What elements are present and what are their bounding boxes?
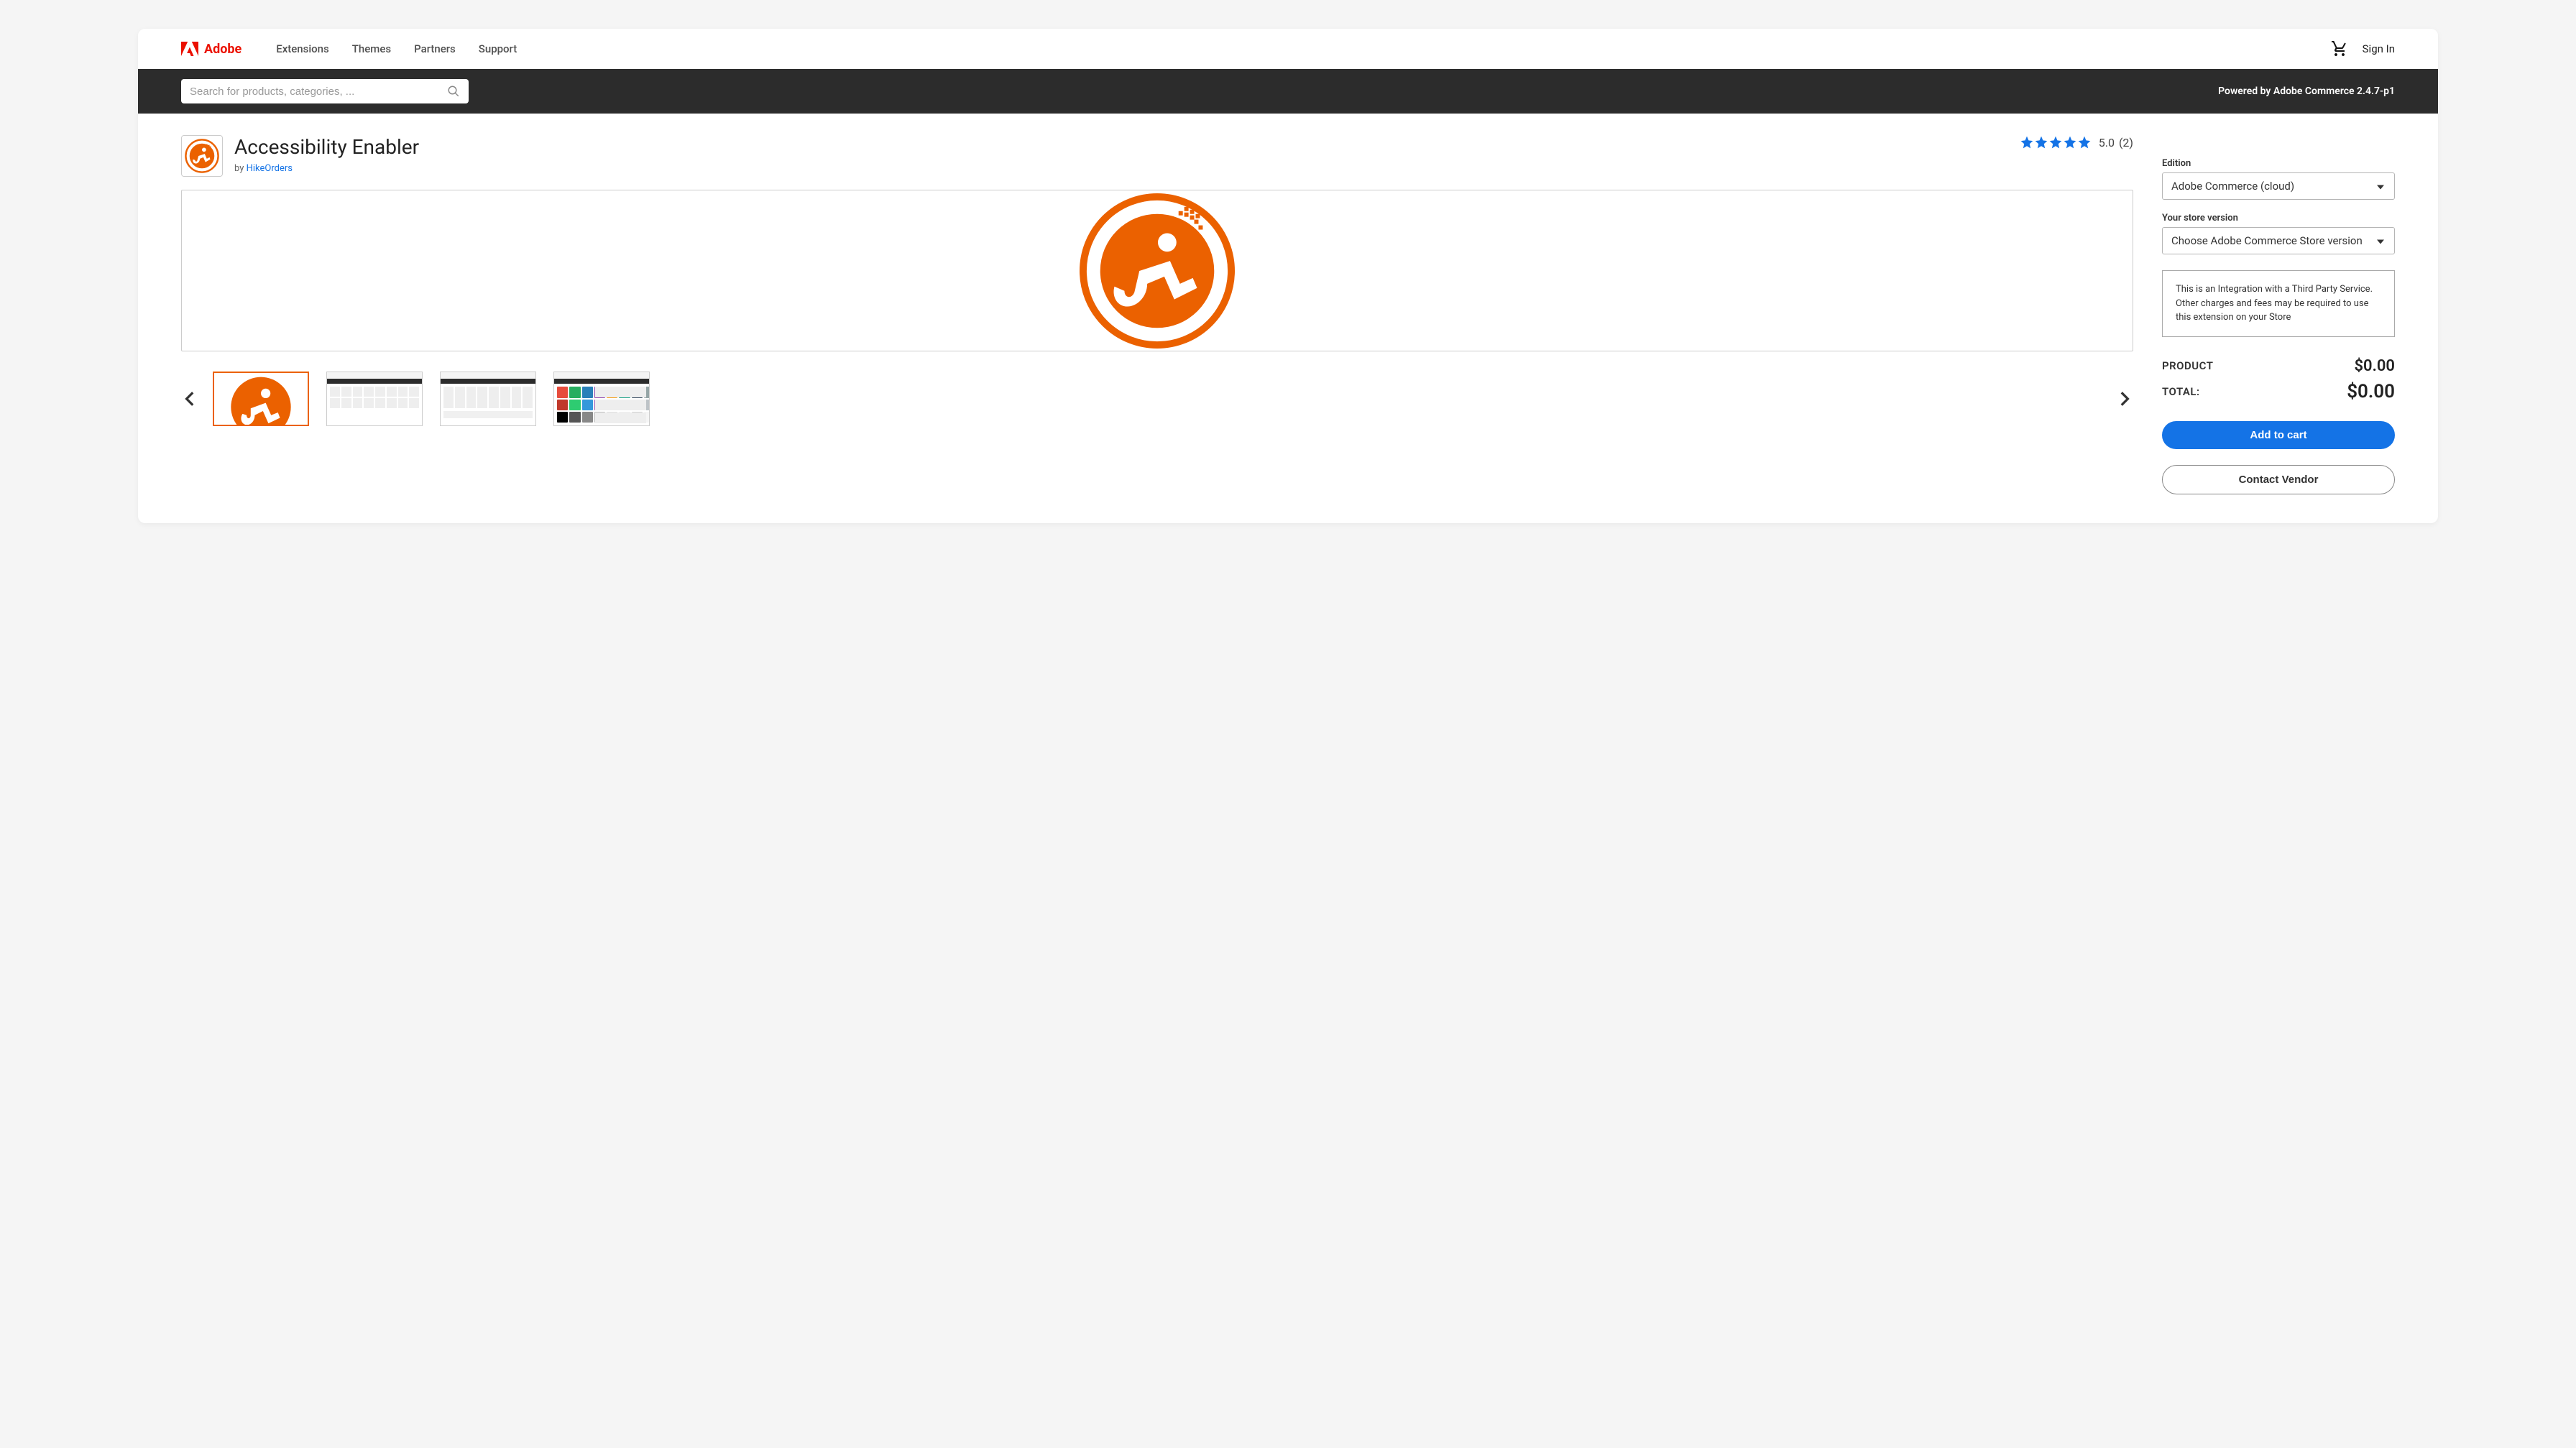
product-thumb-icon bbox=[181, 135, 223, 177]
nav-support[interactable]: Support bbox=[479, 42, 517, 55]
product-price-value: $0.00 bbox=[2354, 357, 2395, 375]
main-product-image bbox=[181, 190, 2133, 351]
total-price-label: TOTAL: bbox=[2162, 385, 2200, 398]
thumb-1-img bbox=[214, 373, 308, 425]
rating-count: (2) bbox=[2119, 136, 2133, 149]
left-column: Accessibility Enabler by HikeOrders 5.0 … bbox=[181, 135, 2133, 494]
gallery-prev-icon[interactable] bbox=[181, 389, 200, 408]
edition-label: Edition bbox=[2162, 158, 2395, 169]
product-title: Accessibility Enabler bbox=[234, 135, 2008, 159]
stars bbox=[2020, 135, 2092, 149]
thumb-3[interactable] bbox=[440, 372, 536, 426]
product-price-label: PRODUCT bbox=[2162, 359, 2213, 372]
gallery-next-icon[interactable] bbox=[2115, 389, 2133, 408]
edition-field: Edition Adobe Commerce (cloud) bbox=[2162, 158, 2395, 200]
nav-extensions[interactable]: Extensions bbox=[276, 42, 329, 55]
rating-number: 5.0 bbox=[2099, 136, 2115, 149]
top-nav: Adobe Extensions Themes Partners Support… bbox=[138, 29, 2438, 69]
thumbs bbox=[213, 372, 2102, 426]
product-title-wrap: Accessibility Enabler by HikeOrders bbox=[234, 135, 2008, 174]
star-icon bbox=[2077, 135, 2092, 149]
version-label: Your store version bbox=[2162, 213, 2395, 223]
thumb-2[interactable] bbox=[326, 372, 423, 426]
accessibility-logo-large bbox=[1079, 193, 1236, 349]
powered-by-text: Powered by Adobe Commerce 2.4.7-p1 bbox=[2218, 86, 2395, 97]
by-prefix: by bbox=[234, 163, 247, 174]
star-icon bbox=[2063, 135, 2077, 149]
total-price-value: $0.00 bbox=[2347, 381, 2395, 402]
edition-select[interactable]: Adobe Commerce (cloud) bbox=[2162, 172, 2395, 200]
thumb-2-img bbox=[327, 372, 422, 425]
product-price-row: PRODUCT $0.00 bbox=[2162, 357, 2395, 375]
user-actions: Sign In bbox=[2331, 40, 2395, 57]
rating[interactable]: 5.0 (2) bbox=[2020, 135, 2133, 149]
total-price-row: TOTAL: $0.00 bbox=[2162, 381, 2395, 402]
brand-text: Adobe bbox=[204, 42, 242, 57]
search-bar: Powered by Adobe Commerce 2.4.7-p1 bbox=[138, 69, 2438, 114]
thumb-3-img bbox=[441, 372, 535, 425]
signin-link[interactable]: Sign In bbox=[2363, 42, 2395, 55]
star-icon bbox=[2034, 135, 2048, 149]
star-icon bbox=[2048, 135, 2063, 149]
version-field: Your store version Choose Adobe Commerce… bbox=[2162, 213, 2395, 254]
star-icon bbox=[2020, 135, 2034, 149]
nav-themes[interactable]: Themes bbox=[352, 42, 391, 55]
contact-vendor-button[interactable]: Contact Vendor bbox=[2162, 465, 2395, 494]
accessibility-icon bbox=[185, 139, 219, 173]
thumb-4[interactable] bbox=[553, 372, 650, 426]
product-byline: by HikeOrders bbox=[234, 163, 2008, 174]
brand-logo[interactable]: Adobe bbox=[181, 40, 242, 57]
thumb-4-img bbox=[554, 372, 649, 425]
page-wrapper: Adobe Extensions Themes Partners Support… bbox=[138, 29, 2438, 523]
search-input[interactable] bbox=[190, 86, 447, 98]
content: Accessibility Enabler by HikeOrders 5.0 … bbox=[138, 114, 2438, 523]
vendor-link[interactable]: HikeOrders bbox=[247, 163, 293, 174]
search-box[interactable] bbox=[181, 79, 469, 103]
image-gallery bbox=[181, 372, 2133, 426]
nav-links: Extensions Themes Partners Support bbox=[276, 42, 2330, 55]
adobe-logo-icon bbox=[181, 40, 198, 57]
search-icon bbox=[447, 85, 460, 98]
product-header: Accessibility Enabler by HikeOrders 5.0 … bbox=[181, 135, 2133, 177]
cart-icon[interactable] bbox=[2331, 40, 2348, 57]
add-to-cart-button[interactable]: Add to cart bbox=[2162, 421, 2395, 449]
right-column: Edition Adobe Commerce (cloud) Your stor… bbox=[2162, 135, 2395, 494]
version-value: Choose Adobe Commerce Store version bbox=[2171, 234, 2363, 247]
integration-notice: This is an Integration with a Third Part… bbox=[2162, 270, 2395, 337]
thumb-1[interactable] bbox=[213, 372, 309, 426]
version-select[interactable]: Choose Adobe Commerce Store version bbox=[2162, 227, 2395, 254]
edition-value: Adobe Commerce (cloud) bbox=[2171, 180, 2294, 193]
nav-partners[interactable]: Partners bbox=[414, 42, 456, 55]
